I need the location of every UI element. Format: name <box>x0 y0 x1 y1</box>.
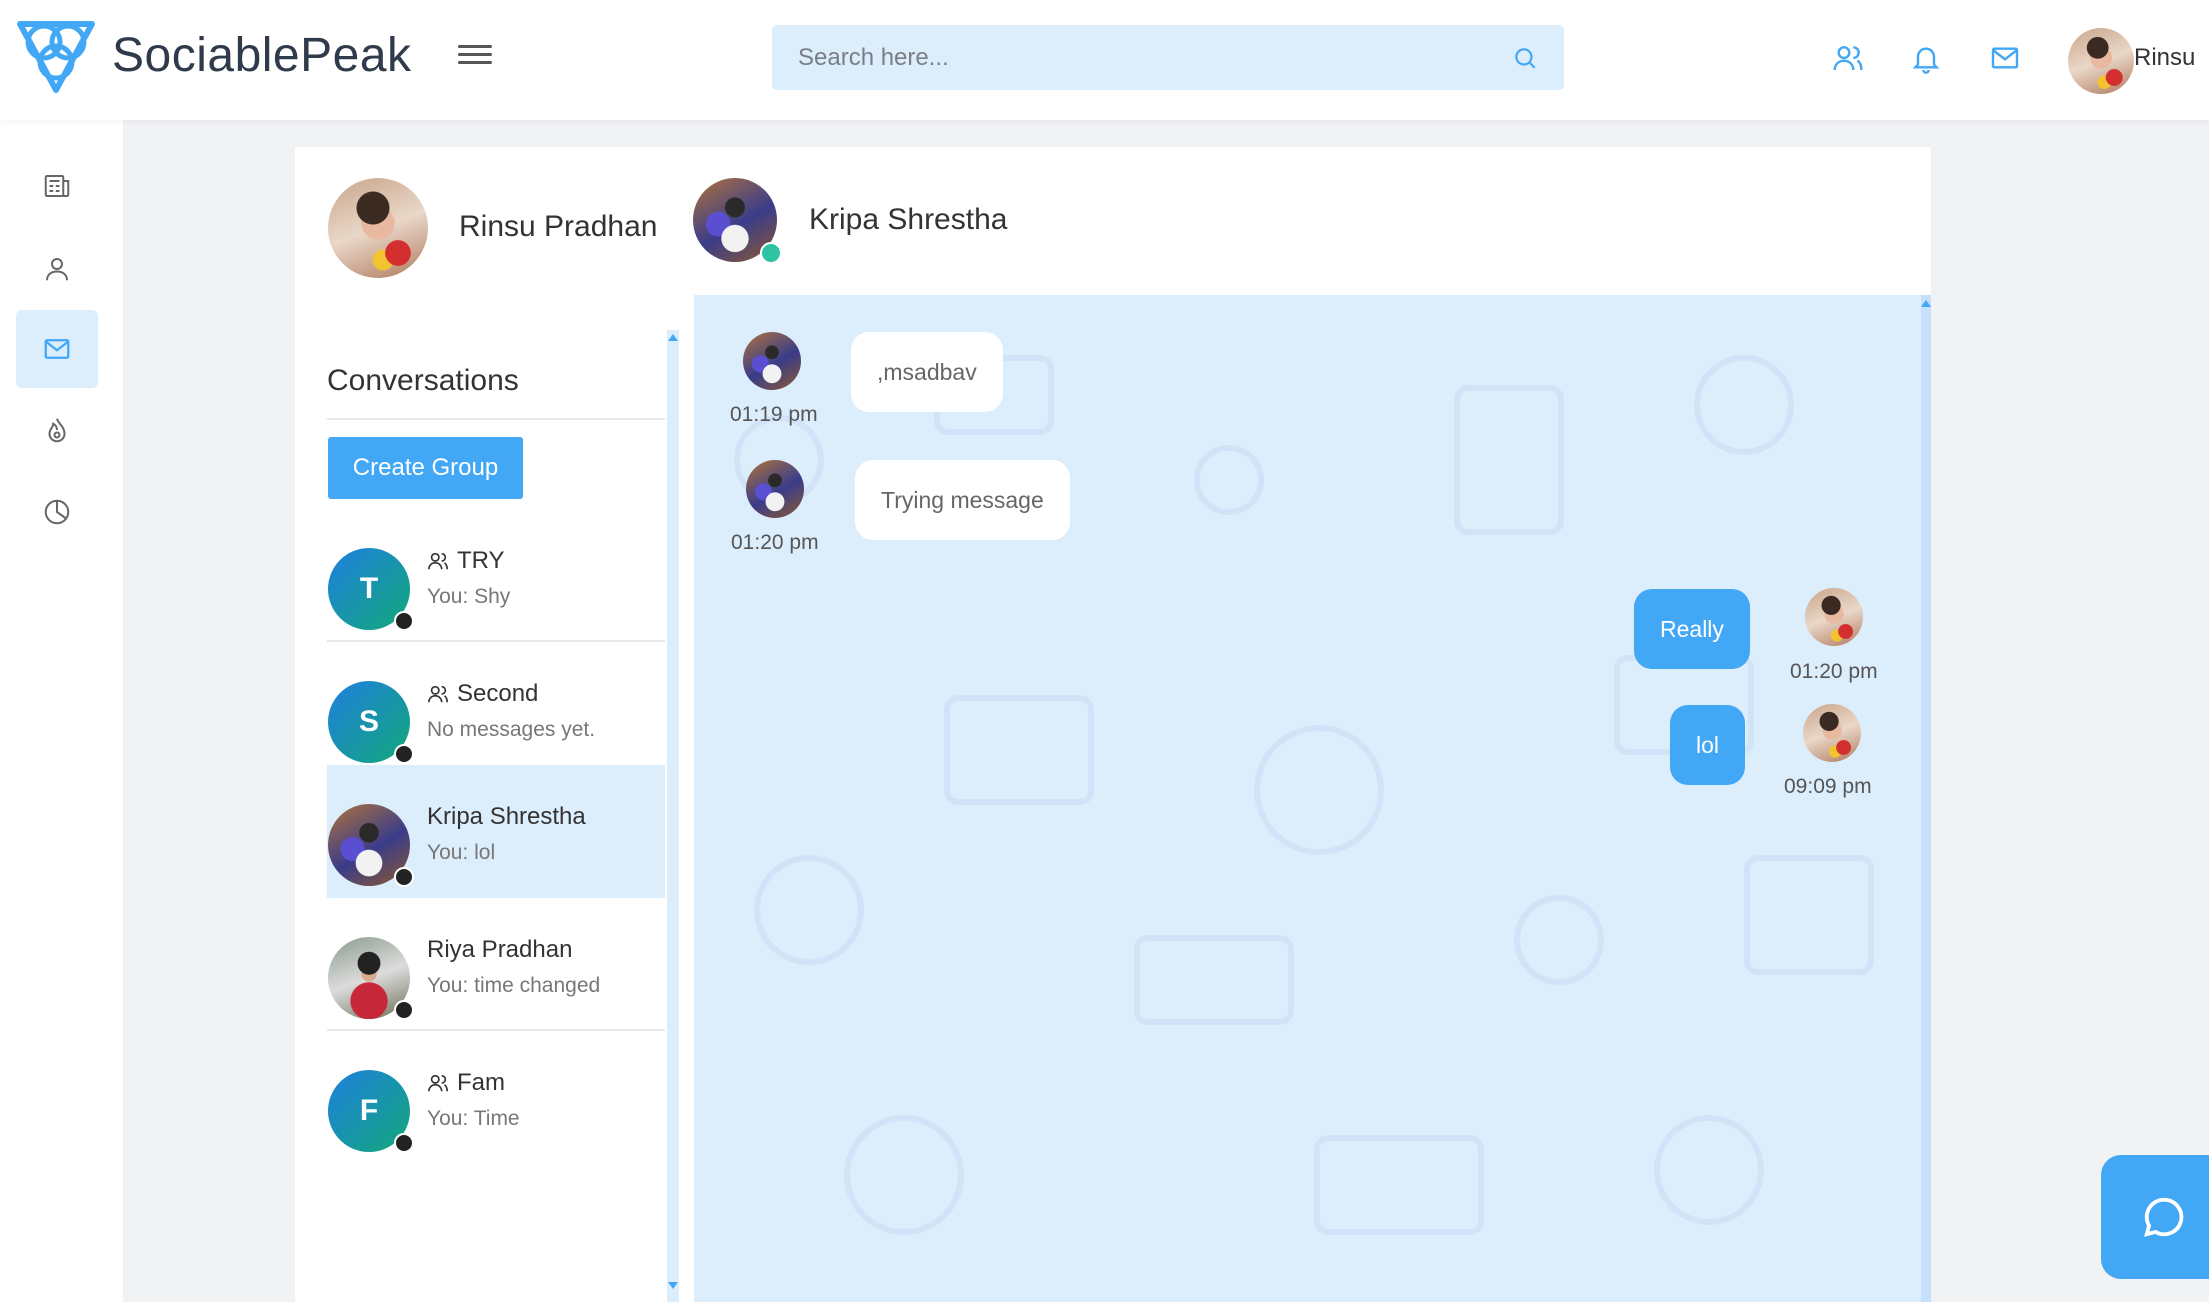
group-icon <box>428 552 448 570</box>
conversation-name-text: Riya Pradhan <box>427 936 573 963</box>
brand-name[interactable]: SociablePeak <box>112 28 412 83</box>
conversation-item[interactable]: T TRY You: Shy <box>327 509 665 642</box>
chat-message-area[interactable] <box>694 295 1921 1302</box>
friends-icon[interactable] <box>1832 42 1864 74</box>
profile-icon <box>46 258 68 281</box>
message-avatar <box>1805 588 1863 646</box>
conversations-title: Conversations <box>327 364 519 397</box>
chat-scrollbar[interactable] <box>1921 295 1931 1302</box>
scroll-up-arrow-icon[interactable] <box>668 334 678 341</box>
message-bubble-incoming[interactable]: ,msadbav <box>851 332 1003 412</box>
group-icon <box>428 685 448 703</box>
sidebar-item-profile[interactable] <box>16 230 98 308</box>
conversation-name-text: Kripa Shrestha <box>427 803 586 830</box>
conversation-name: Fam <box>427 1069 505 1097</box>
online-indicator <box>760 242 782 264</box>
message-time: 01:20 pm <box>1790 660 1878 683</box>
sidebar-item-analytics[interactable] <box>16 473 98 551</box>
conversation-last-message: You: lol <box>427 841 496 864</box>
conversation-name-text: TRY <box>457 547 505 574</box>
sidebar-item-newsfeed[interactable] <box>16 147 98 225</box>
sociablepeak-logo-icon[interactable] <box>14 18 98 96</box>
conversations-scrollbar[interactable] <box>667 330 679 1302</box>
message-avatar <box>746 460 804 518</box>
sidebar-item-messages[interactable] <box>16 310 98 388</box>
divider <box>327 418 665 420</box>
conversation-name: Kripa Shrestha <box>427 803 586 831</box>
message-bubble-outgoing[interactable]: lol <box>1670 705 1746 785</box>
scroll-down-arrow-icon[interactable] <box>668 1282 678 1289</box>
sidebar-item-trending[interactable] <box>16 391 98 469</box>
messages-icon <box>44 339 70 359</box>
message-time: 01:20 pm <box>731 531 819 554</box>
conversation-item-active[interactable]: Kripa Shrestha You: lol <box>327 765 665 898</box>
message-time: 09:09 pm <box>1784 775 1872 798</box>
conversation-name-text: Second <box>457 680 539 707</box>
chat-bubble-icon <box>2144 1197 2184 1237</box>
status-indicator <box>394 611 414 631</box>
status-indicator <box>394 867 414 887</box>
conversation-item[interactable]: S Second No messages yet. <box>327 642 665 775</box>
search-input[interactable] <box>772 25 1492 90</box>
conversation-last-message: No messages yet. <box>427 718 596 741</box>
message-bubble-outgoing[interactable]: Really <box>1634 589 1750 669</box>
newsfeed-icon <box>44 175 70 197</box>
menu-toggle-icon[interactable] <box>458 40 492 74</box>
status-indicator <box>394 1000 414 1020</box>
search-bar <box>772 25 1564 90</box>
user-name[interactable]: Rinsu <box>2134 44 2195 72</box>
conversation-name: TRY <box>427 547 505 575</box>
search-icon[interactable] <box>1512 45 1538 71</box>
top-bar: SociablePeak Rinsu <box>0 0 2209 120</box>
conversation-name: Second <box>427 680 538 708</box>
conversation-last-message: You: time changed <box>427 974 601 997</box>
message-avatar <box>1803 704 1861 762</box>
message-time: 01:19 pm <box>730 403 818 426</box>
scroll-up-arrow-icon[interactable] <box>1921 300 1931 307</box>
conversation-last-message: You: Time <box>427 1107 520 1130</box>
mail-icon[interactable] <box>1989 42 2021 74</box>
message-bubble-incoming[interactable]: Trying message <box>855 460 1070 540</box>
conversation-item[interactable]: F Fam You: Time <box>327 1031 665 1164</box>
conversation-last-message: You: Shy <box>427 585 511 608</box>
bell-icon[interactable] <box>1910 42 1942 74</box>
profile-avatar[interactable] <box>328 178 428 278</box>
pie-chart-icon <box>44 499 70 525</box>
chat-floating-button[interactable] <box>2101 1155 2209 1279</box>
status-indicator <box>394 1133 414 1153</box>
chat-partner-name: Kripa Shrestha <box>809 203 1008 236</box>
create-group-button[interactable]: Create Group <box>328 437 523 499</box>
profile-name: Rinsu Pradhan <box>459 210 658 243</box>
trending-icon <box>48 418 66 443</box>
user-avatar[interactable] <box>2068 28 2134 94</box>
conversation-name: Riya Pradhan <box>427 936 572 964</box>
conversation-item[interactable]: Riya Pradhan You: time changed <box>327 898 665 1031</box>
group-icon <box>428 1074 448 1092</box>
conversation-name-text: Fam <box>457 1069 505 1096</box>
status-indicator <box>394 744 414 764</box>
message-avatar <box>743 332 801 390</box>
